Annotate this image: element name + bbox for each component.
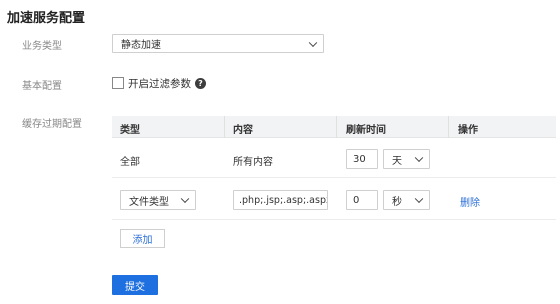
row-1-refresh-unit-value: 天 <box>392 155 402 167</box>
table-row-divider <box>112 219 556 220</box>
row-2-content-input[interactable]: .php;.jsp;.asp;.aspx <box>233 190 328 210</box>
row-2-delete-link[interactable]: 删除 <box>460 194 480 209</box>
row-1-refresh-value-input[interactable]: 30 <box>346 149 378 169</box>
row-1-refresh-unit-select[interactable]: 天 <box>383 149 430 169</box>
basic-config-label: 基本配置 <box>22 81 62 92</box>
column-header-refresh-time: 刷新时间 <box>346 125 386 136</box>
chevron-down-icon <box>414 194 424 204</box>
cache-expiry-label: 缓存过期配置 <box>22 119 82 130</box>
table-row-divider <box>112 177 556 178</box>
row-1-type: 全部 <box>120 157 140 168</box>
filter-params-label[interactable]: 开启过滤参数 <box>128 76 191 91</box>
submit-button[interactable]: 提交 <box>112 275 158 295</box>
row-2-type-select[interactable]: 文件类型 <box>120 190 196 210</box>
row-2-refresh-value-input[interactable]: 0 <box>346 190 378 210</box>
chevron-down-icon <box>414 153 424 163</box>
row-2-refresh-unit-value: 秒 <box>392 196 402 208</box>
column-divider <box>336 116 337 138</box>
add-rule-button[interactable]: 添加 <box>120 229 165 248</box>
business-type-select[interactable]: 静态加速 <box>112 34 324 53</box>
page-title: 加速服务配置 <box>7 11 86 26</box>
column-divider <box>224 116 225 138</box>
question-circle-icon[interactable]: ? <box>195 78 206 89</box>
chevron-down-icon <box>308 38 318 47</box>
filter-params-checkbox[interactable] <box>112 77 124 89</box>
row-1-content: 所有内容 <box>233 157 273 168</box>
chevron-down-icon <box>180 194 190 204</box>
column-header-content: 内容 <box>233 125 253 136</box>
cache-table-header: 类型 内容 刷新时间 操作 <box>112 116 556 138</box>
row-2-refresh-unit-select[interactable]: 秒 <box>383 190 430 210</box>
business-type-label: 业务类型 <box>22 41 62 52</box>
row-2-type-value: 文件类型 <box>129 196 169 208</box>
business-type-value: 静态加速 <box>121 40 161 51</box>
column-header-action: 操作 <box>458 125 478 136</box>
column-divider <box>448 116 449 138</box>
column-header-type: 类型 <box>120 125 140 136</box>
